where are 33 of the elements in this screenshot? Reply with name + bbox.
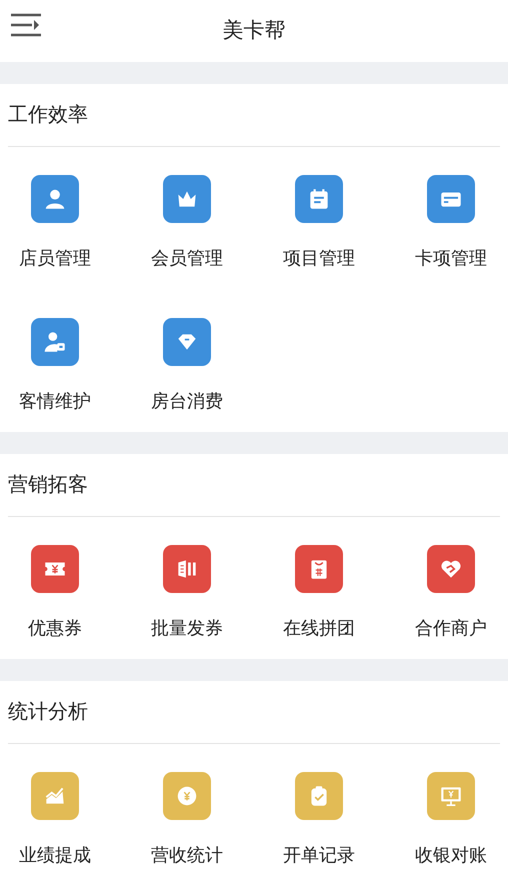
person-gear-tile-icon[interactable]	[31, 318, 79, 366]
diamond-tile-icon[interactable]	[163, 318, 211, 366]
heart-tile-icon[interactable]	[427, 545, 475, 593]
feature-label[interactable]: 店员管理	[19, 247, 91, 269]
feature-label[interactable]: 合作商户	[415, 617, 487, 639]
section-title: 工作效率	[8, 103, 88, 128]
menu-icon[interactable]	[10, 13, 42, 37]
feature-label[interactable]: 优惠券	[28, 617, 82, 639]
section-title: 统计分析	[8, 700, 88, 725]
page-title: 美卡帮	[222, 18, 286, 44]
feature-label[interactable]: 项目管理	[283, 247, 355, 269]
person-tile-icon[interactable]	[31, 175, 79, 223]
ticket-tile-icon[interactable]	[31, 545, 79, 593]
feature-label[interactable]: 业绩提成	[19, 844, 91, 866]
feature-label[interactable]: 批量发券	[151, 617, 223, 639]
feature-label[interactable]: 在线拼团	[283, 617, 355, 639]
shopping-bag-tile-icon[interactable]	[295, 545, 343, 593]
feature-label[interactable]: 房台消费	[151, 390, 223, 412]
monitor-tile-icon[interactable]	[427, 772, 475, 820]
feature-label[interactable]: 客情维护	[19, 390, 91, 412]
section-title: 营销拓客	[8, 473, 88, 498]
feature-label[interactable]: 卡项管理	[415, 247, 487, 269]
feature-label[interactable]: 营收统计	[151, 844, 223, 866]
card-tile-icon[interactable]	[427, 175, 475, 223]
chart-tile-icon[interactable]	[31, 772, 79, 820]
feature-label[interactable]: 收银对账	[415, 844, 487, 866]
calendar-tile-icon[interactable]	[295, 175, 343, 223]
crown-tile-icon[interactable]	[163, 175, 211, 223]
feature-label[interactable]: 会员管理	[151, 247, 223, 269]
feature-label[interactable]: 开单记录	[283, 844, 355, 866]
voucher-stack-tile-icon[interactable]	[163, 545, 211, 593]
coin-tile-icon[interactable]	[163, 772, 211, 820]
clipboard-check-tile-icon[interactable]	[295, 772, 343, 820]
